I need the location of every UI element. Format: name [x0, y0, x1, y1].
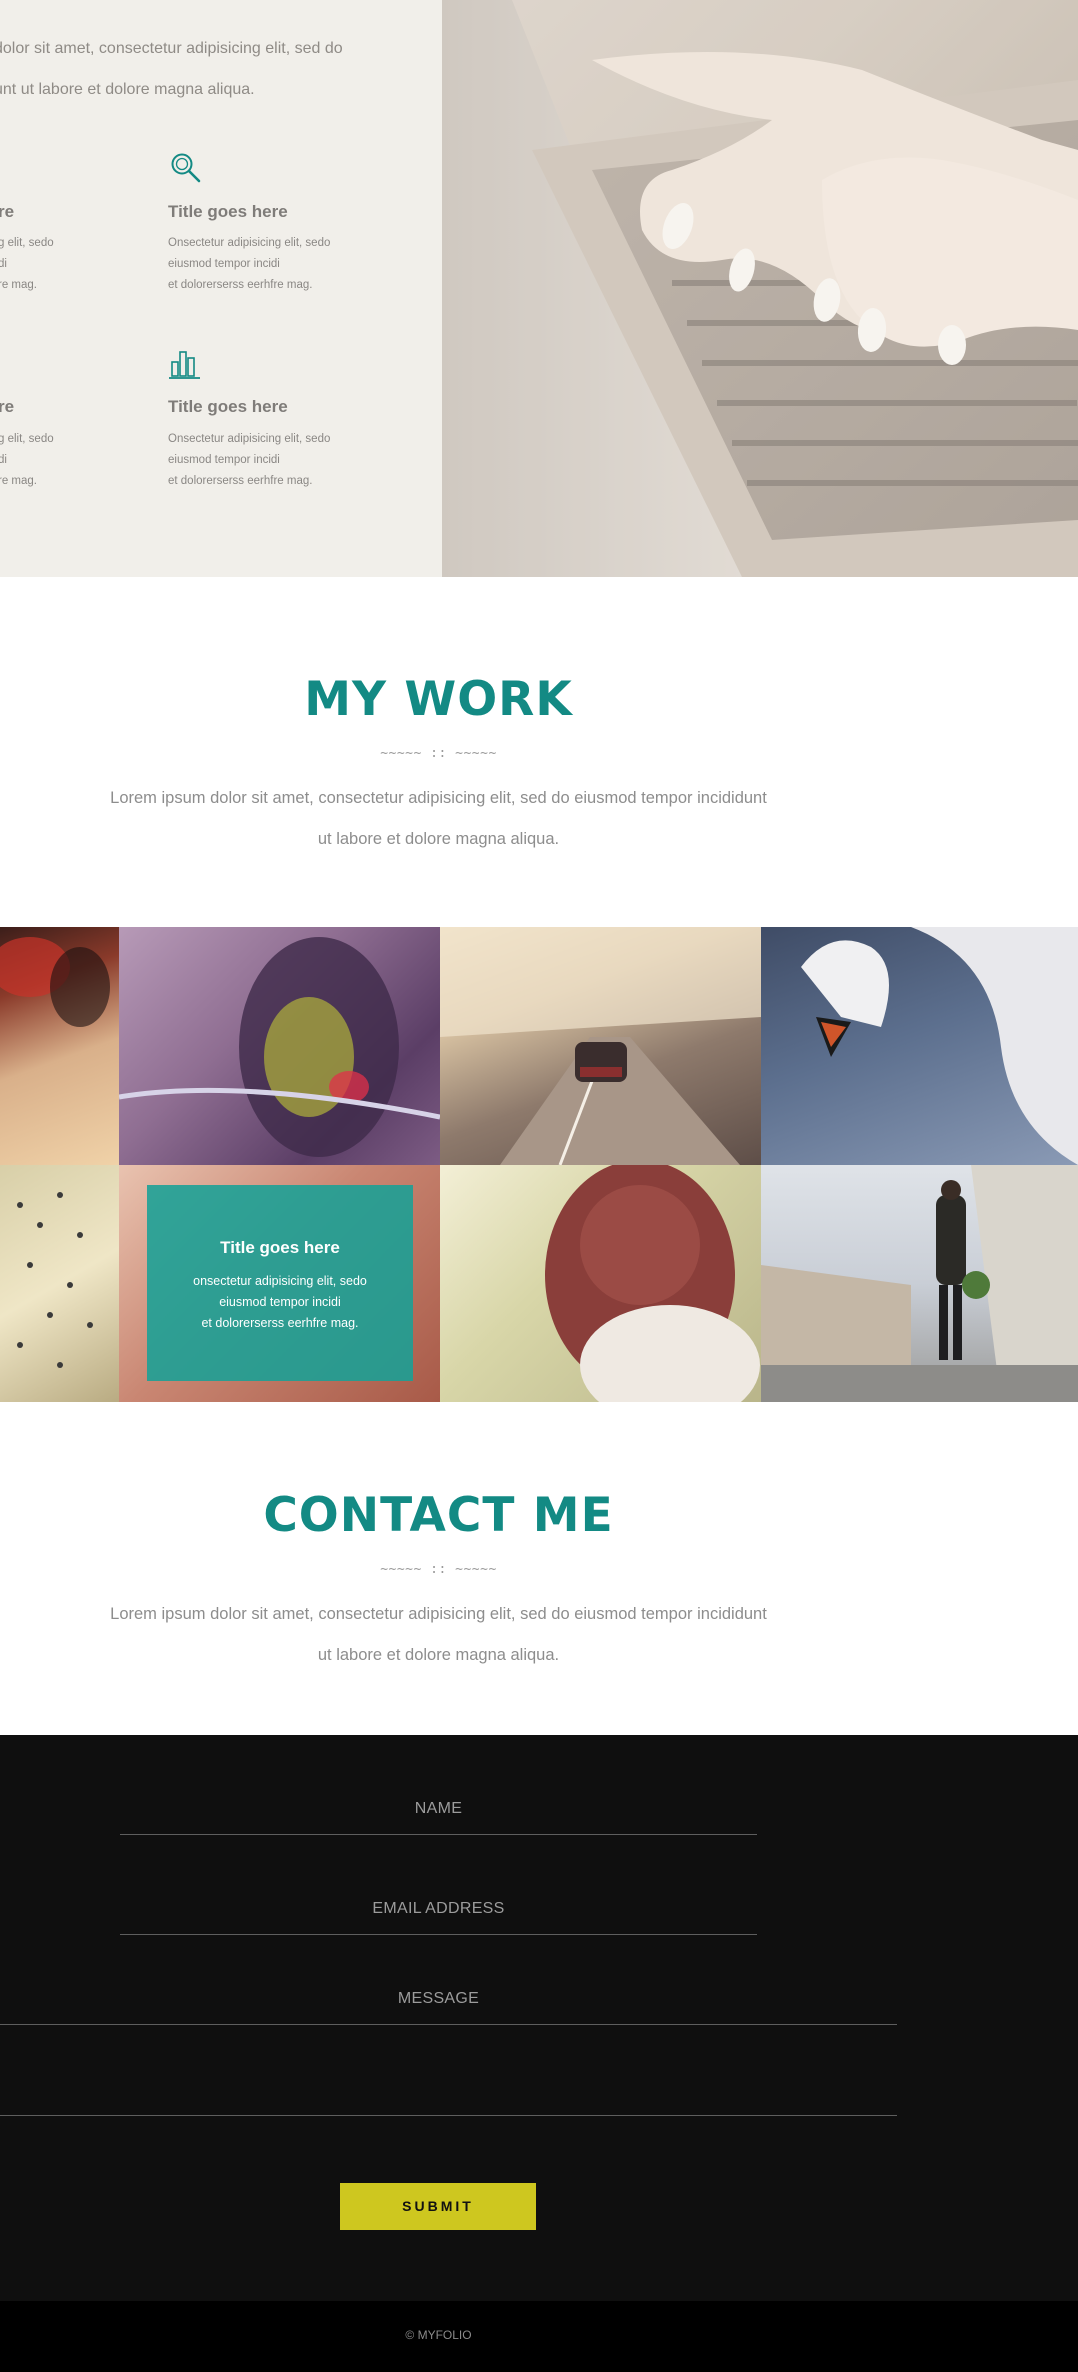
- message-field-underline: [0, 2115, 897, 2116]
- laptop-typing-photo: [442, 0, 1078, 577]
- feature-desc-partial: g elit, sedo di re mag.: [0, 237, 54, 291]
- gallery-item-overlay[interactable]: Title goes here onsectetur adipisicing e…: [147, 1185, 413, 1381]
- features-intro: dolor sit amet, consectetur adipisicing …: [0, 40, 343, 98]
- bar-chart-icon: [169, 351, 200, 379]
- gallery-item[interactable]: [440, 927, 761, 1165]
- gallery-item[interactable]: [119, 927, 440, 1165]
- gallery-item[interactable]: [0, 1165, 119, 1402]
- copyright-text: © MYFOLIO: [405, 2328, 472, 2342]
- overlay-title: Title goes here: [220, 1238, 340, 1257]
- features-section: dolor sit amet, consectetur adipisicing …: [0, 0, 1078, 577]
- feature-desc: Onsectetur adipisicing elit, sedo eiusmo…: [168, 237, 331, 291]
- message-field-top-line: [0, 2024, 897, 2025]
- gallery-item[interactable]: [440, 1165, 761, 1402]
- my-work-description: Lorem ipsum dolor sit amet, consectetur …: [110, 789, 767, 848]
- gallery-item[interactable]: [0, 927, 119, 1165]
- my-work-divider: ~~~~~ :: ~~~~~: [380, 746, 497, 761]
- magnifier-icon: [171, 153, 201, 183]
- contact-form: [0, 1735, 1078, 2301]
- gallery-item[interactable]: [761, 927, 1078, 1165]
- contact-me-title: CONTACT ME: [263, 1488, 614, 1543]
- email-field[interactable]: EMAIL ADDRESS: [120, 1900, 757, 1918]
- email-field-underline: [120, 1934, 757, 1935]
- feature-title: Title goes here: [168, 202, 288, 221]
- overlay-description: onsectetur adipisicing elit, sedo eiusmo…: [193, 1274, 367, 1330]
- my-work-title: MY WORK: [304, 672, 573, 727]
- footer: © MYFOLIO: [0, 2301, 1078, 2372]
- name-field-underline: [120, 1834, 757, 1835]
- contact-description: Lorem ipsum dolor sit amet, consectetur …: [110, 1605, 767, 1664]
- feature-title-partial: re: [0, 397, 15, 416]
- feature-desc-partial: g elit, sedo di re mag.: [0, 433, 54, 487]
- submit-button[interactable]: SUBMIT: [340, 2183, 536, 2230]
- name-field[interactable]: NAME: [120, 1800, 757, 1818]
- message-field[interactable]: MESSAGE: [0, 1990, 877, 2008]
- feature-title: Title goes here: [168, 397, 288, 416]
- feature-desc: Onsectetur adipisicing elit, sedo eiusmo…: [168, 433, 331, 487]
- contact-divider: ~~~~~ :: ~~~~~: [380, 1562, 497, 1577]
- feature-title-partial: re: [0, 202, 15, 221]
- gallery-item[interactable]: [761, 1165, 1078, 1402]
